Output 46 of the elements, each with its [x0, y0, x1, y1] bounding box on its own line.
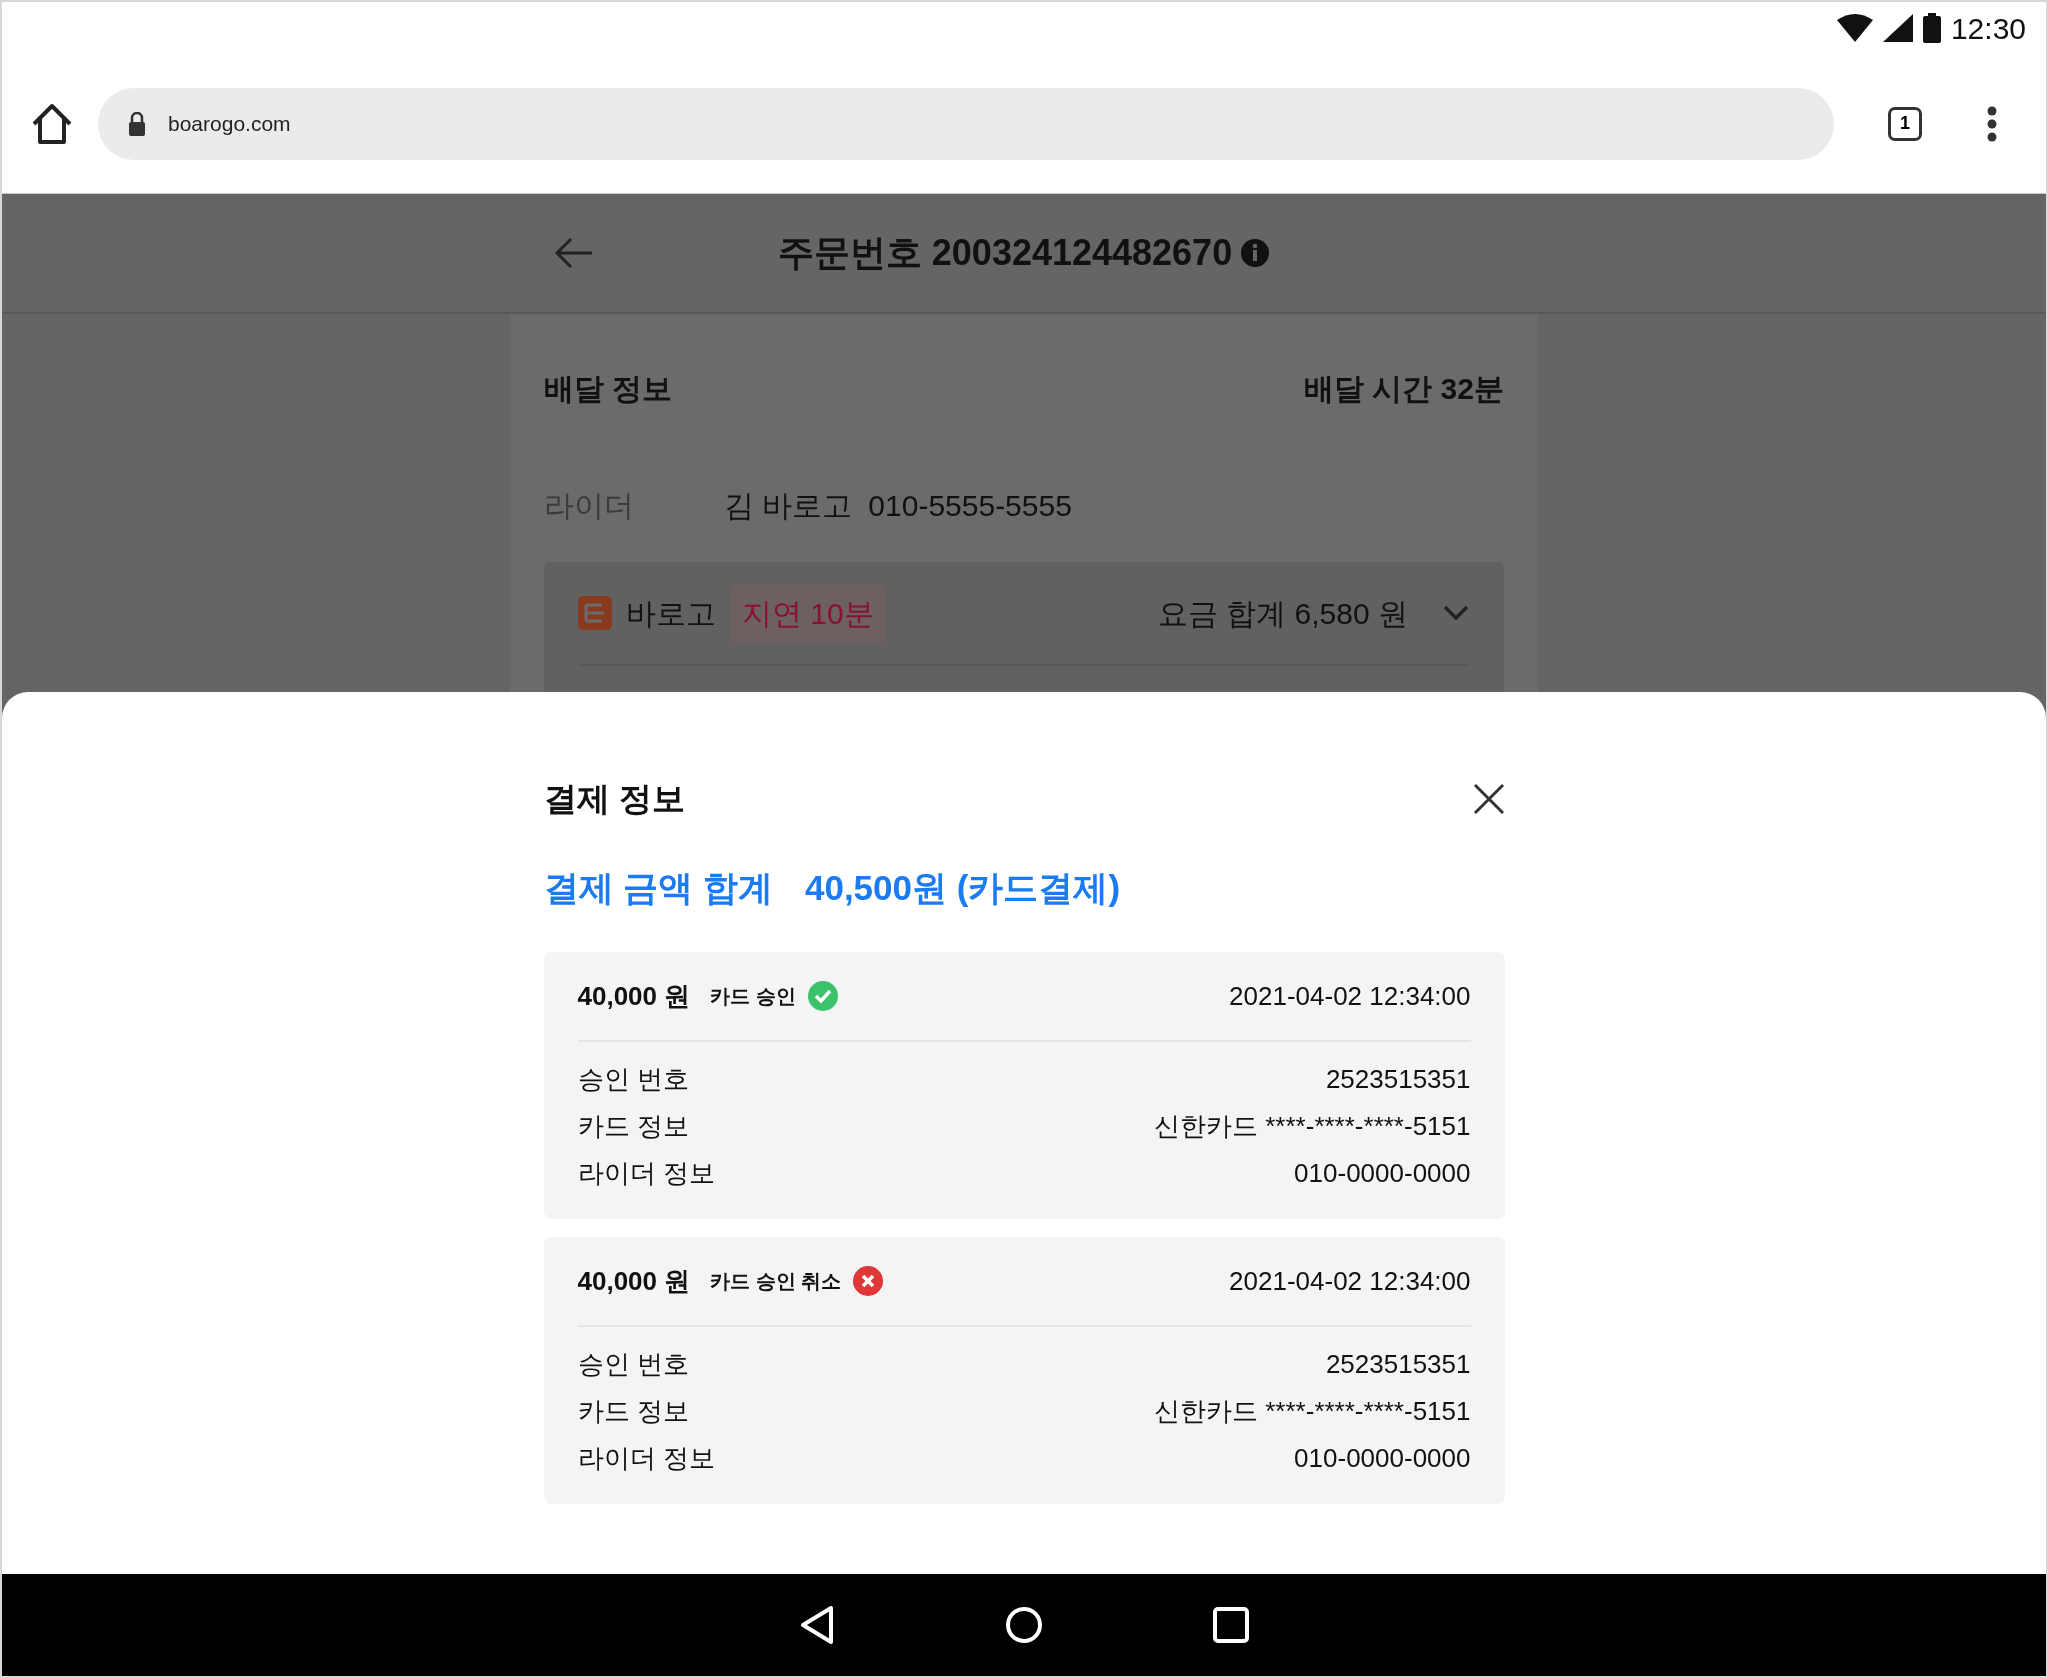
close-button[interactable] — [1472, 782, 1505, 815]
detail-value: 010-0000-0000 — [1294, 1442, 1471, 1475]
detail-label: 승인 번호 — [577, 1348, 689, 1381]
detail-value: 2523515351 — [1325, 1063, 1471, 1096]
detail-label: 라이더 정보 — [577, 1157, 715, 1190]
logo-icon — [578, 596, 612, 630]
detail-label: 라이더 정보 — [577, 1442, 715, 1475]
rider-phone: 010-5555-5555 — [868, 488, 1072, 524]
payment-datetime: 2021-04-02 12:34:00 — [1229, 979, 1471, 1013]
detail-label: 카드 정보 — [577, 1395, 689, 1428]
delay-tag: 지연 10분 — [730, 584, 886, 642]
battery-icon — [1922, 13, 1941, 43]
detail-value: 신한카드 ****-****-****-5151 — [1154, 1110, 1471, 1143]
lock-icon — [128, 111, 146, 136]
status-label: 카드 승인 — [710, 984, 796, 1009]
provider-name: 바로고 — [626, 595, 716, 632]
payment-amount: 40,000 원 — [577, 979, 691, 1013]
url-text: boarogo.com — [168, 110, 291, 137]
address-bar[interactable]: boarogo.com — [98, 87, 1834, 160]
home-button[interactable] — [30, 101, 74, 146]
detail-value: 010-0000-0000 — [1294, 1157, 1471, 1190]
clock-time: 12:30 — [1950, 10, 2026, 47]
signal-icon — [1882, 14, 1913, 42]
recents-nav-button[interactable] — [1213, 1607, 1249, 1643]
menu-button[interactable] — [1986, 105, 1998, 142]
tab-count-button[interactable]: 1 — [1888, 106, 1922, 141]
rider-name: 김 바로고 — [724, 488, 853, 524]
sheet-title: 결제 정보 — [543, 779, 685, 819]
detail-label: 카드 정보 — [577, 1110, 689, 1143]
detail-value: 신한카드 ****-****-****-5151 — [1154, 1395, 1471, 1428]
detail-label: 승인 번호 — [577, 1063, 689, 1096]
wifi-icon — [1836, 14, 1873, 42]
delivery-time: 배달 시간 32분 — [1303, 371, 1504, 407]
section-title: 배달 정보 — [544, 371, 673, 407]
status-label: 카드 승인 취소 — [710, 1269, 842, 1294]
payment-datetime: 2021-04-02 12:34:00 — [1229, 1264, 1471, 1298]
payment-amount: 40,000 원 — [577, 1264, 691, 1298]
info-icon — [1240, 238, 1271, 268]
total-label: 결제 금액 합계 — [543, 866, 773, 909]
home-nav-button[interactable] — [1005, 1606, 1043, 1644]
back-nav-button[interactable] — [799, 1605, 835, 1645]
detail-value: 2523515351 — [1325, 1348, 1471, 1381]
total-value: 40,500원 (카드결제) — [804, 866, 1121, 909]
order-title: 주문번호 200324124482670 — [777, 231, 1233, 275]
fee-total: 요금 합계 6,580 원 — [1157, 595, 1408, 632]
chevron-icon[interactable] — [1442, 604, 1470, 622]
